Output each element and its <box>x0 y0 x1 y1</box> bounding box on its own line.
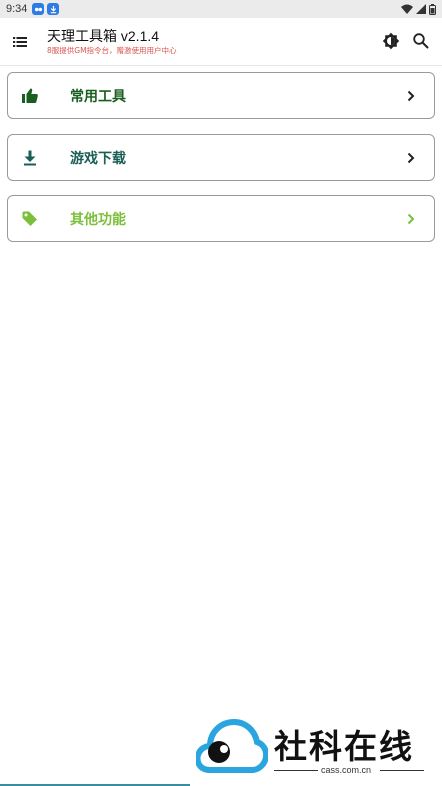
watermark-text: 社科在线 <box>274 727 414 766</box>
menu-item-label: 其他功能 <box>70 212 126 228</box>
chevron-right-icon <box>404 150 418 166</box>
watermark-divider <box>274 770 318 771</box>
status-time: 9:34 <box>6 3 28 15</box>
menu-item-label: 常用工具 <box>70 89 126 105</box>
app-subtitle: 8服提供GM指令台，赠激使用用户中心 <box>47 46 177 55</box>
watermark-divider <box>380 770 424 771</box>
menu-item-label: 游戏下载 <box>70 151 126 167</box>
battery-icon <box>429 3 436 15</box>
app-notification-icon <box>32 3 45 15</box>
chevron-right-icon <box>404 88 418 104</box>
wifi-icon <box>401 4 413 14</box>
app-title: 天理工具箱 v2.1.4 <box>47 28 160 44</box>
menu-item-common-tools[interactable]: 常用工具 <box>7 72 435 119</box>
list-menu-icon[interactable] <box>12 34 28 50</box>
status-indicators <box>401 3 436 15</box>
app-bar: 天理工具箱 v2.1.4 8服提供GM指令台，赠激使用用户中心 <box>0 18 442 66</box>
tag-icon <box>21 210 39 228</box>
menu-item-other-functions[interactable]: 其他功能 <box>7 195 435 242</box>
watermark-domain: cass.com.cn <box>321 765 372 775</box>
download-icon <box>21 149 39 167</box>
status-bar: 9:34 <box>0 0 442 18</box>
menu-item-game-download[interactable]: 游戏下载 <box>7 134 435 181</box>
chevron-right-icon <box>404 211 418 227</box>
brightness-icon[interactable] <box>382 32 400 50</box>
download-notification-icon <box>47 3 60 15</box>
search-icon[interactable] <box>412 32 430 50</box>
signal-icon <box>416 4 426 14</box>
thumbs-up-icon <box>21 87 39 105</box>
